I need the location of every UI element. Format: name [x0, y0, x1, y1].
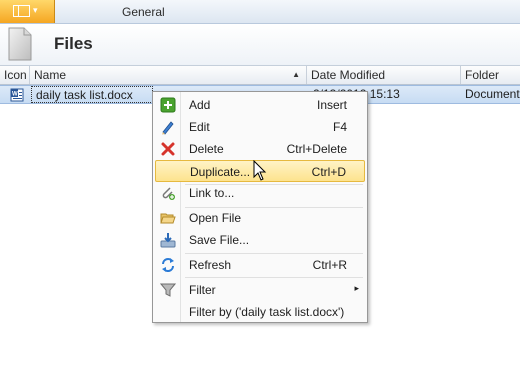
sort-ascending-icon: ▲: [292, 70, 300, 79]
filter-icon: [160, 283, 176, 297]
word-document-icon: W: [10, 88, 24, 102]
application-menu-button[interactable]: ▾: [0, 0, 55, 23]
menu-item-shortcut: Ctrl+D: [311, 165, 346, 179]
menu-item-edit[interactable]: Edit F4: [155, 116, 365, 138]
cell-folder: Documents: [465, 87, 520, 101]
menu-item-filter-by[interactable]: Filter by ('daily task list.docx'): [155, 301, 365, 323]
ribbon-tab-strip: ▾ General: [0, 0, 520, 24]
menu-separator: [185, 277, 363, 278]
menu-item-refresh[interactable]: Refresh Ctrl+R: [155, 254, 365, 276]
chevron-down-icon: ▾: [33, 5, 38, 15]
menu-item-shortcut: Ctrl+R: [312, 258, 347, 272]
menu-item-delete[interactable]: Delete Ctrl+Delete: [155, 138, 365, 160]
tab-general[interactable]: General: [122, 5, 165, 19]
menu-item-label: Add: [189, 98, 211, 112]
page-header: Files: [0, 24, 520, 66]
column-header-folder[interactable]: Folder: [461, 66, 520, 84]
menu-item-filter[interactable]: Filter ▸: [155, 279, 365, 301]
context-menu: Add Insert Edit F4 Delete Ctrl+Delete Du…: [152, 91, 368, 323]
menu-item-add[interactable]: Add Insert: [155, 94, 365, 116]
menu-item-label: Filter: [189, 283, 216, 297]
panel-layout-icon: [13, 5, 30, 17]
open-folder-icon: [160, 213, 176, 224]
menu-item-label: Filter by ('daily task list.docx'): [189, 305, 345, 319]
menu-item-label: Delete: [189, 142, 224, 156]
menu-item-shortcut: Ctrl+Delete: [286, 142, 347, 156]
menu-item-shortcut: Insert: [316, 98, 347, 112]
menu-item-label: Duplicate...: [190, 165, 251, 179]
page-title: Files: [54, 34, 93, 53]
column-header-name-label: Name: [34, 68, 67, 82]
save-file-icon: [160, 233, 176, 248]
menu-item-label: Refresh: [189, 258, 232, 272]
cell-name[interactable]: daily task list.docx: [31, 86, 153, 103]
column-header-date-modified[interactable]: Date Modified: [307, 66, 461, 84]
menu-item-label: Save File...: [189, 233, 250, 247]
add-icon: [160, 97, 176, 113]
file-icon: [8, 27, 32, 61]
column-header-name[interactable]: Name ▲: [30, 66, 307, 84]
menu-item-label: Open File: [189, 211, 242, 225]
submenu-arrow-icon: ▸: [354, 283, 359, 293]
edit-icon: [162, 121, 174, 135]
refresh-icon: [162, 258, 174, 272]
menu-item-shortcut: F4: [332, 120, 347, 134]
column-header-icon[interactable]: Icon: [0, 66, 30, 84]
menu-item-link-to[interactable]: Link to...: [155, 182, 365, 204]
mouse-pointer-icon: [253, 160, 267, 181]
svg-text:W: W: [12, 92, 18, 98]
menu-item-label: Link to...: [189, 186, 235, 200]
menu-item-label: Edit: [189, 120, 210, 134]
delete-icon: [161, 142, 175, 156]
menu-item-save-file[interactable]: Save File...: [155, 229, 365, 251]
paperclip-icon: [162, 187, 175, 200]
grid-column-header: Icon Name ▲ Date Modified Folder: [0, 65, 520, 85]
menu-item-open-file[interactable]: Open File: [155, 207, 365, 229]
